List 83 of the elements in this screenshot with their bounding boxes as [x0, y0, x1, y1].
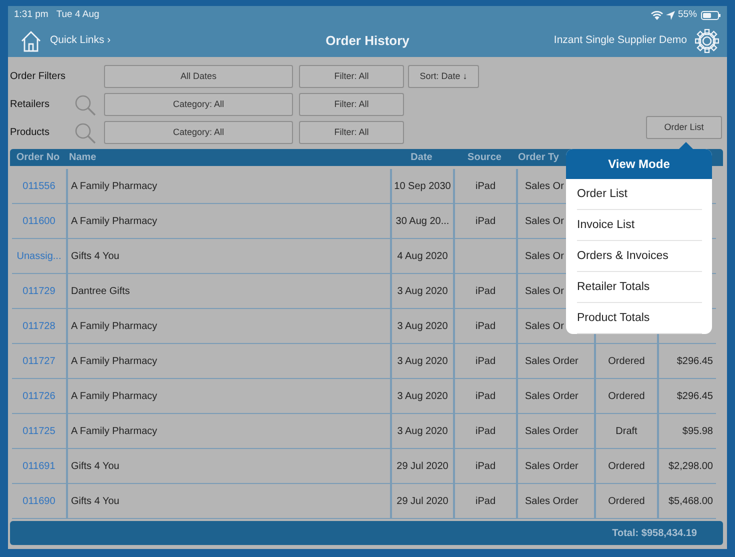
total-amount: Total: $958,434.19: [612, 526, 697, 540]
table-cell-text: 4 Aug 2020: [397, 250, 448, 264]
table-cell-text: iPad: [475, 284, 496, 298]
table-cell-text: $95.98: [682, 424, 713, 438]
status-time: 1:31 pm: [14, 8, 48, 22]
column-header: Source: [466, 151, 502, 165]
table-cell-text: Sales Or: [525, 284, 564, 298]
table-cell-text: A Family Pharmacy: [71, 354, 158, 368]
column-header: Date: [410, 151, 434, 165]
table-cell-text: Gifts 4 You: [71, 250, 120, 264]
table-cell-text: Gifts 4 You: [71, 494, 120, 508]
table-cell-text: Sales Order: [525, 354, 578, 368]
home-icon[interactable]: [20, 30, 42, 52]
table-cell-text: iPad: [475, 180, 496, 194]
filter-button[interactable]: All Dates: [104, 65, 293, 88]
menu-item[interactable]: Orders & Invoices: [577, 241, 702, 272]
table-cell-text: A Family Pharmacy: [71, 214, 158, 228]
table-cell-text: 3 Aug 2020: [397, 390, 448, 404]
table-cell-text: Gifts 4 You: [71, 460, 120, 474]
table-cell-text: Sales Order: [525, 494, 578, 508]
filter-button[interactable]: Filter: All: [299, 121, 404, 144]
table-cell-text: $2,298.00: [668, 460, 713, 474]
table-cell-text: A Family Pharmacy: [71, 390, 158, 404]
view-mode-button[interactable]: Order List: [646, 116, 722, 139]
menu-item[interactable]: Order List: [577, 179, 702, 210]
wifi-icon: [650, 10, 663, 20]
filter-button[interactable]: Filter: All: [299, 65, 404, 88]
table-cell-text: iPad: [475, 390, 496, 404]
table-cell-text: Sales Order: [525, 390, 578, 404]
table-cell-text: Ordered: [608, 494, 645, 508]
table-cell-text: iPad: [475, 494, 496, 508]
table-cell-text: Sales Or: [525, 214, 564, 228]
quick-links-link[interactable]: Quick Links ›: [50, 32, 111, 48]
table-cell-text: iPad: [475, 320, 496, 334]
filter-label: Products: [10, 126, 50, 140]
status-date: Tue 4 Aug: [56, 8, 100, 22]
table-cell-text: Draft: [616, 424, 638, 438]
account-name: Inzant Single Supplier Demo: [554, 32, 687, 48]
table-cell-text: iPad: [475, 214, 496, 228]
table-cell-text: Sales Order: [525, 424, 578, 438]
table-cell-text: 3 Aug 2020: [397, 424, 448, 438]
table-cell-text: iPad: [475, 354, 496, 368]
table-cell-text: Ordered: [608, 354, 645, 368]
menu-item[interactable]: Invoice List: [577, 210, 702, 241]
table-cell-text: 29 Jul 2020: [396, 494, 448, 508]
settings-icon[interactable]: [695, 28, 719, 52]
table-cell-text: $296.45: [676, 390, 713, 404]
location-icon: [666, 10, 675, 20]
menu-item[interactable]: Product Totals: [577, 303, 702, 334]
filter-button[interactable]: Sort: Date ↓: [408, 65, 479, 88]
column-header: Order No: [15, 151, 61, 165]
table-cell-text: 3 Aug 2020: [397, 354, 448, 368]
column-header: Order Ty: [517, 151, 560, 165]
page-title: Order History: [326, 32, 410, 50]
table-cell-text: Dantree Gifts: [71, 284, 130, 298]
table-cell-text: iPad: [475, 460, 496, 474]
table-cell-text: Ordered: [608, 390, 645, 404]
filter-button[interactable]: Filter: All: [299, 93, 404, 116]
table-cell-text: Sales Or: [525, 320, 564, 334]
table-cell-text: 29 Jul 2020: [396, 460, 448, 474]
filter-label: Retailers: [10, 98, 50, 112]
column-header: Name: [68, 151, 98, 165]
table-cell-text: 3 Aug 2020: [397, 284, 448, 298]
table-cell-text: 3 Aug 2020: [397, 320, 448, 334]
battery-icon: [701, 10, 721, 20]
table-cell-text: Sales Or: [525, 180, 564, 194]
table-cell-text: iPad: [475, 424, 496, 438]
table-cell-text: A Family Pharmacy: [71, 320, 158, 334]
filter-button[interactable]: Category: All: [104, 121, 293, 144]
battery-percent: 55%: [678, 8, 697, 22]
table-cell-text: 30 Aug 20...: [396, 214, 450, 228]
table-cell-text: Ordered: [608, 460, 645, 474]
table-cell-text: A Family Pharmacy: [71, 424, 158, 438]
popover-title: View Mode: [566, 149, 712, 179]
table-cell-text: Sales Or: [525, 250, 564, 264]
table-cell-text: 10 Sep 2030: [394, 180, 451, 194]
table-cell-text: $296.45: [676, 354, 713, 368]
table-cell-text: A Family Pharmacy: [71, 180, 158, 194]
filter-label: Order Filters: [10, 70, 67, 84]
filter-button[interactable]: Category: All: [104, 93, 293, 116]
table-cell-text: Sales Order: [525, 460, 578, 474]
menu-item[interactable]: Retailer Totals: [577, 272, 702, 303]
table-cell-text: $5,468.00: [668, 494, 713, 508]
